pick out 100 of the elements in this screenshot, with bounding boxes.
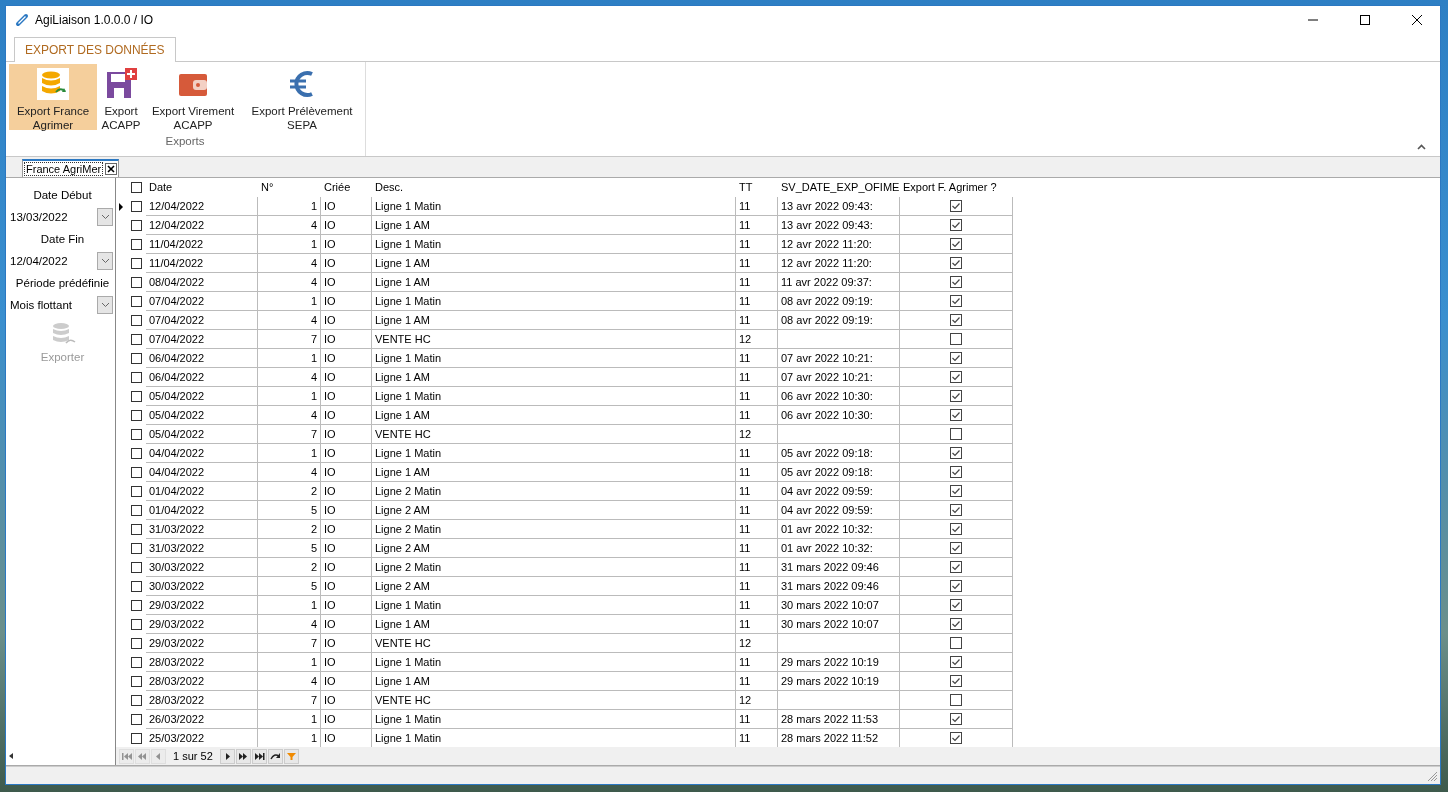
next-page-button[interactable] [219,748,235,764]
export-checkbox[interactable] [950,295,962,307]
export-checkbox[interactable] [950,713,962,725]
column-header[interactable]: Criée [321,178,372,197]
export-checkbox[interactable] [950,257,962,269]
row-checkbox[interactable] [130,695,142,706]
period-dropdown[interactable]: Mois flottant [10,294,115,316]
table-cell: Ligne 1 AM [372,216,736,235]
row-checkbox[interactable] [130,543,142,554]
column-header[interactable]: TT [736,178,778,197]
column-header[interactable]: SV_DATE_EXP_OFIME [778,178,900,197]
close-icon [1412,15,1422,25]
table-cell: 11 [736,349,778,368]
scroll-left-icon[interactable] [9,753,13,759]
previous-pages-icon [137,751,148,761]
export-checkbox[interactable] [950,447,962,459]
row-checkbox[interactable] [130,733,142,744]
row-checkbox[interactable] [130,372,142,383]
export-checkbox[interactable] [950,561,962,573]
table-cell: 12 [736,634,778,653]
row-checkbox[interactable] [130,258,142,269]
row-checkbox[interactable] [130,448,142,459]
collapse-icon[interactable] [1417,144,1426,150]
row-checkbox[interactable] [130,524,142,535]
maximize-icon [1360,15,1370,25]
row-checkbox[interactable] [130,581,142,592]
table-cell: Ligne 1 AM [372,254,736,273]
table-cell: 07/04/2022 [146,330,258,349]
table-cell: IO [321,444,372,463]
select-all-checkbox[interactable] [130,181,142,193]
next-pages-button[interactable] [235,748,251,764]
export-checkbox[interactable] [950,732,962,744]
row-checkbox[interactable] [130,714,142,725]
table-cell: 1 [258,710,321,729]
row-checkbox[interactable] [130,562,142,573]
export-checkbox[interactable] [950,694,962,706]
export-checkbox[interactable] [950,542,962,554]
date-field[interactable]: 13/03/2022 [10,206,115,228]
row-checkbox[interactable] [130,296,142,307]
export-checkbox[interactable] [950,656,962,668]
row-checkbox[interactable] [130,315,142,326]
row-checkbox[interactable] [130,410,142,421]
field-label: Date Début [32,188,93,203]
date-field[interactable]: 12/04/2022 [10,250,115,272]
row-checkbox[interactable] [130,429,142,440]
close-tab-button[interactable] [105,163,118,175]
export-checkbox[interactable] [950,523,962,535]
ribbon-button[interactable]: Export Prélèvement SEPA [243,64,361,130]
export-checkbox[interactable] [950,485,962,497]
row-checkbox[interactable] [130,353,142,364]
export-checkbox[interactable] [950,466,962,478]
export-checkbox[interactable] [950,276,962,288]
export-checkbox[interactable] [950,580,962,592]
export-checkbox[interactable] [950,618,962,630]
ribbon-button[interactable]: Export France Agrimer [9,64,97,130]
export-checkbox[interactable] [950,238,962,250]
document-tab[interactable]: France AgriMer [24,162,104,176]
export-checkbox[interactable] [950,371,962,383]
row-checkbox[interactable] [130,239,142,250]
row-checkbox[interactable] [130,277,142,288]
export-checkbox[interactable] [950,200,962,212]
row-checkbox[interactable] [130,486,142,497]
table-cell: 11 [736,558,778,577]
ribbon-button[interactable]: Export ACAPP [99,64,143,130]
column-header[interactable]: N° [258,178,321,197]
row-checkbox[interactable] [130,391,142,402]
field-label: Date Fin [39,232,86,247]
row-checkbox[interactable] [130,638,142,649]
ribbon-button[interactable]: Export Virement ACAPP [145,64,241,130]
export-checkbox[interactable] [950,219,962,231]
export-checkbox[interactable] [950,675,962,687]
export-checkbox[interactable] [950,352,962,364]
export-checkbox[interactable] [950,314,962,326]
column-header[interactable]: Export F. Agrimer ? [900,178,1013,197]
export-checkbox[interactable] [950,599,962,611]
last-page-button[interactable] [251,748,267,764]
export-checkbox[interactable] [950,390,962,402]
row-checkbox[interactable] [130,619,142,630]
table-cell: 08/04/2022 [146,273,258,292]
resize-grip-icon[interactable] [1427,771,1438,782]
row-checkbox[interactable] [130,334,142,345]
row-checkbox[interactable] [130,201,142,212]
row-checkbox[interactable] [130,657,142,668]
refresh-button[interactable] [267,748,283,764]
column-header[interactable]: Date [146,178,258,197]
row-checkbox[interactable] [130,467,142,478]
row-checkbox[interactable] [130,600,142,611]
ribbon-tab[interactable]: EXPORT DES DONNÉES [14,37,176,62]
export-checkbox[interactable] [950,637,962,649]
previous-page-button[interactable] [151,748,166,764]
row-checkbox[interactable] [130,220,142,231]
export-checkbox[interactable] [950,333,962,345]
export-checkbox[interactable] [950,428,962,440]
table-cell: 11 [736,653,778,672]
column-header[interactable]: Desc. [372,178,736,197]
export-checkbox[interactable] [950,504,962,516]
row-checkbox[interactable] [130,505,142,516]
table-cell: VENTE HC [372,330,736,349]
export-checkbox[interactable] [950,409,962,421]
row-checkbox[interactable] [130,676,142,687]
